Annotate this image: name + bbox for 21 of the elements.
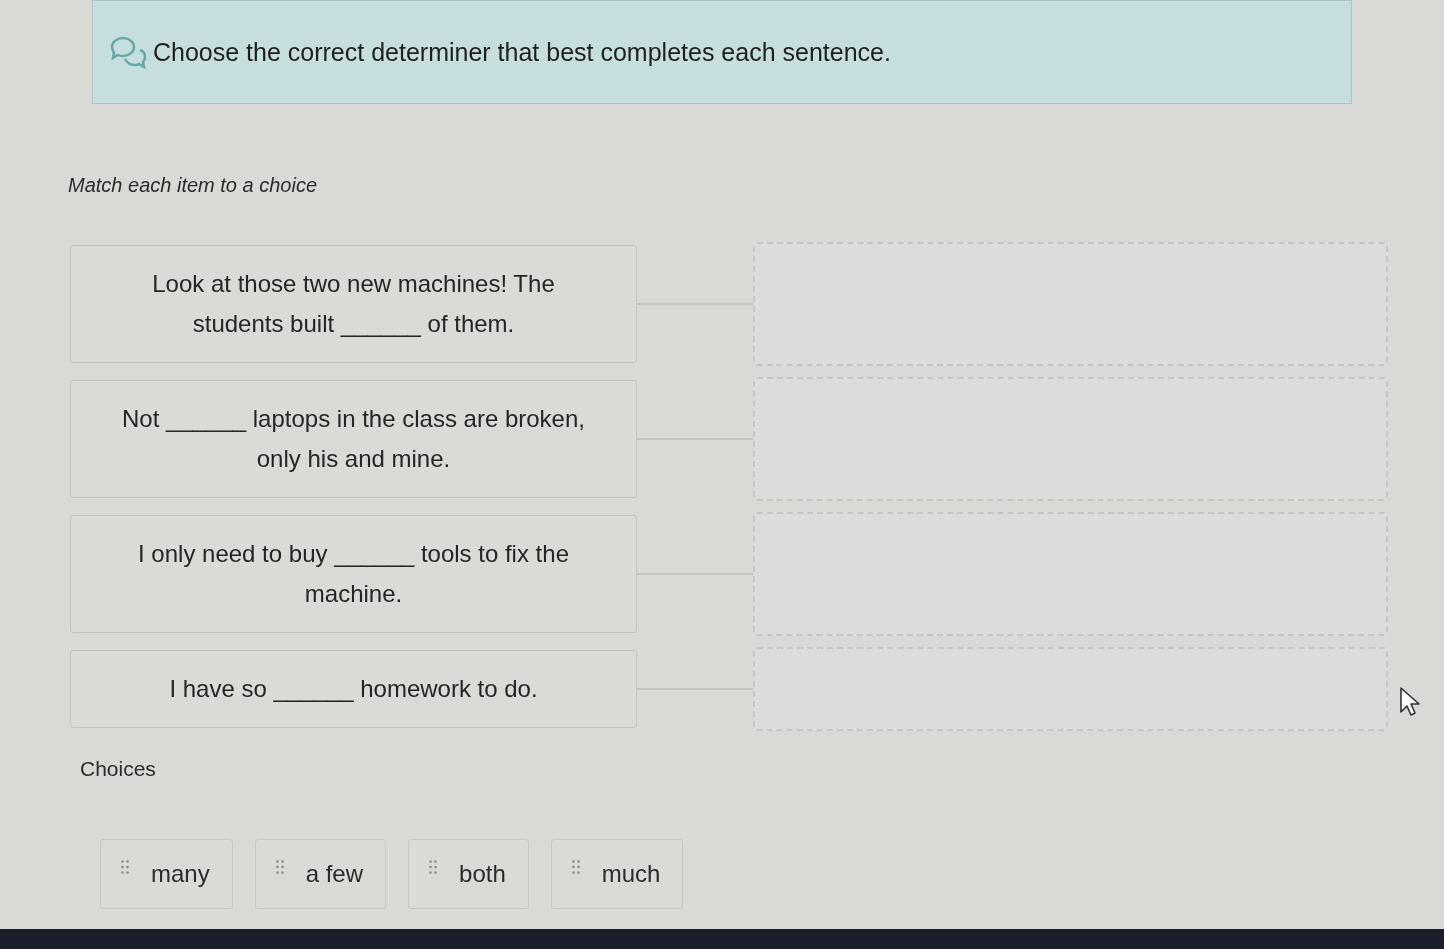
drag-handle-icon <box>121 860 129 874</box>
drop-zone[interactable] <box>753 377 1388 501</box>
mouse-pointer-icon <box>1399 686 1421 718</box>
drag-handle-icon <box>275 860 284 874</box>
choice-chip[interactable]: much <box>550 839 684 909</box>
drag-handle-icon <box>571 860 580 874</box>
drop-zone[interactable] <box>753 647 1388 731</box>
sentence-text: Look at those two new machines! The students built ______ of them. <box>151 269 556 339</box>
instruction-text: Choose the correct determiner that best completes each sentence. <box>153 37 891 68</box>
prompt-text: Match each item to a choice <box>68 174 317 196</box>
drop-zone[interactable] <box>753 242 1388 366</box>
sentence-text: I have so ______ homework to do. <box>169 674 538 704</box>
choice-chip[interactable]: a few <box>254 839 387 909</box>
speech-bubbles-icon <box>109 35 147 69</box>
sentence-text: I only need to buy ______ tools to fix the machine. <box>137 539 570 609</box>
sentence-text: Not ______ laptops in the class are broken, only his and mine. <box>121 404 586 474</box>
choices-label: Choices <box>80 757 156 780</box>
choice-chip[interactable]: many <box>100 839 233 909</box>
choice-chip[interactable]: both <box>408 839 529 909</box>
drop-zone[interactable] <box>753 512 1388 636</box>
drag-handle-icon <box>429 860 438 874</box>
